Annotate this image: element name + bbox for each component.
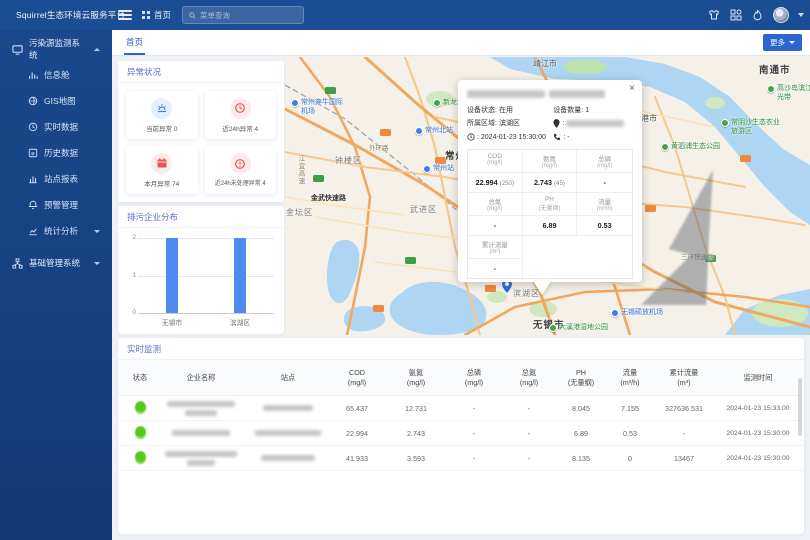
- bar-binhu: [234, 238, 246, 313]
- device-info-popup: × 设备状态: 在用 设备数量: 1: [458, 80, 642, 282]
- location-pin-icon: [553, 119, 560, 128]
- status-dot-green: [135, 426, 146, 439]
- x-axis-labels: 无锡市 滨湖区: [138, 317, 274, 327]
- search-input[interactable]: [200, 11, 297, 20]
- card-month-abnormal[interactable]: 本月异常 74: [126, 146, 198, 194]
- sidebar-section-base-manage[interactable]: 基础管理系统: [0, 250, 112, 276]
- clock-icon: [28, 122, 38, 132]
- main-content: 异常状况 当前异常 0 近24h异常 4: [112, 56, 810, 540]
- sidebar-item-info-cabin[interactable]: 信息舱: [0, 62, 112, 88]
- device-status-value: 在用: [499, 104, 513, 117]
- sidebar-item-station-report[interactable]: 站点报表: [0, 166, 112, 192]
- sidebar-item-statistics[interactable]: 统计分析: [0, 218, 112, 244]
- status-dot-green: [135, 451, 146, 464]
- flame-icon[interactable]: [751, 9, 764, 22]
- chevron-down-icon: [789, 41, 795, 44]
- station-name-redacted: [261, 455, 315, 461]
- breadcrumb-home[interactable]: 首页: [142, 0, 171, 30]
- sidebar-item-alert-manage[interactable]: 预警管理: [0, 192, 112, 218]
- tab-home[interactable]: 首页: [122, 30, 147, 55]
- calendar-icon: [151, 153, 172, 174]
- chevron-up-icon: [94, 48, 100, 51]
- popup-metrics-table: COD(mg/l) 氨氮(mg/l) 总磷(mg/l) 22.994 (250)…: [467, 149, 633, 279]
- enterprise-chart-panel: 排污企业分布 2 1 0 无锡市 滨湖区: [118, 206, 284, 334]
- user-avatar[interactable]: [773, 7, 789, 23]
- search-icon: [189, 11, 196, 20]
- org-tree-icon: [12, 258, 23, 269]
- y-tick: 1: [126, 272, 136, 279]
- popup-phone: : -: [563, 131, 569, 144]
- exclamation-circle-icon: [230, 153, 251, 174]
- realtime-monitor-panel: 实时监测 状态 企业名称 站点 COD(mg/l) 氨氮(mg/l) 总磷(mg…: [118, 338, 804, 534]
- globe-icon: [28, 96, 38, 106]
- table-row[interactable]: 65.437 12.731 - - 8.045 7.155 327636.531…: [118, 396, 804, 421]
- grid-icon: [142, 11, 150, 19]
- region-label: 所属区域:: [467, 117, 497, 130]
- company-name-redacted: [154, 401, 248, 416]
- region-value: 滨湖区: [499, 117, 520, 130]
- y-tick: 2: [126, 234, 136, 241]
- topbar-actions: [707, 0, 804, 30]
- sidebar-item-realtime-data[interactable]: 实时数据: [0, 114, 112, 140]
- sidebar-section-pollution-monitor[interactable]: 污染源监测系统: [0, 36, 112, 62]
- map-canvas[interactable]: 靖江市 南通市 高沙岛滨江风光带 常州奔牛国际机场 新龙生态林 常阴沙生态农业旅…: [285, 57, 810, 335]
- monitor-system-icon: [12, 44, 23, 55]
- topbar: Squirrel生态环境云服务平台 首页: [0, 0, 810, 30]
- user-menu-chevron-down-icon[interactable]: [798, 13, 804, 17]
- siren-icon: [151, 98, 172, 119]
- bar-chart: 2 1 0: [138, 238, 274, 314]
- station-name-redacted: [263, 405, 313, 411]
- device-count-value: 1: [585, 104, 589, 117]
- popup-tail: [533, 281, 551, 295]
- table-row[interactable]: 22.994 2.743 - - 6.89 0.53 - 2024-01-23 …: [118, 421, 804, 446]
- sidebar: 污染源监测系统 信息舱 GIS地图 实时数据 历史数据 站点报表 预警管理: [0, 30, 112, 540]
- sidebar-item-history-data[interactable]: 历史数据: [0, 140, 112, 166]
- history-icon: [28, 148, 38, 158]
- app-root: Squirrel生态环境云服务平台 首页 污染源监测系: [0, 0, 810, 540]
- company-name-redacted: [154, 451, 248, 466]
- close-icon[interactable]: ×: [629, 83, 635, 94]
- chevron-down-icon: [94, 262, 100, 265]
- card-24h-unhandled-abnormal[interactable]: 近24h未处理异常 4: [205, 146, 277, 194]
- chevron-down-icon: [94, 230, 100, 233]
- more-button[interactable]: 更多: [763, 34, 802, 51]
- device-status-label: 设备状态:: [467, 104, 497, 117]
- company-name-redacted: [172, 430, 230, 436]
- card-current-abnormal[interactable]: 当前异常 0: [126, 91, 198, 139]
- tab-bar: 首页 更多: [112, 30, 810, 56]
- abnormal-panel-title: 异常状况: [118, 61, 284, 83]
- tab-active-underline: [124, 53, 145, 55]
- clock-alert-icon: [230, 98, 251, 119]
- popup-time: : 2024-01-23 15:30:00: [477, 131, 546, 144]
- y-tick: 0: [126, 309, 136, 316]
- status-dot-green: [135, 401, 146, 414]
- station-name-redacted: [255, 430, 321, 436]
- chart-panel-title: 排污企业分布: [118, 206, 284, 228]
- monitor-table-header: 状态 企业名称 站点 COD(mg/l) 氨氮(mg/l) 总磷(mg/l) 总…: [118, 360, 804, 396]
- bell-icon: [28, 200, 38, 210]
- monitor-panel-title: 实时监测: [118, 338, 804, 360]
- menu-search[interactable]: [182, 6, 304, 24]
- app-logo: Squirrel生态环境云服务平台: [16, 0, 125, 30]
- device-count-label: 设备数量:: [553, 104, 583, 117]
- card-24h-abnormal[interactable]: 近24h异常 4: [205, 91, 277, 139]
- hamburger-menu-icon[interactable]: [118, 8, 132, 22]
- clock-icon: [467, 133, 475, 141]
- abnormal-cards: 当前异常 0 近24h异常 4 本月异常 74: [118, 83, 284, 202]
- table-row[interactable]: 41.933 3.593 - - 8.135 0 13467 2024-01-2…: [118, 446, 804, 471]
- popup-title-redacted: [467, 90, 633, 98]
- breadcrumb-home-label: 首页: [154, 9, 171, 21]
- theme-skin-icon[interactable]: [707, 9, 720, 22]
- abnormal-panel: 异常状况 当前异常 0 近24h异常 4: [118, 61, 284, 202]
- address-redacted: [566, 120, 624, 127]
- sidebar-section-label: 污染源监测系统: [29, 37, 88, 61]
- sidebar-item-gis-map[interactable]: GIS地图: [0, 88, 112, 114]
- line-chart-icon: [28, 226, 38, 236]
- report-chart-icon: [28, 174, 38, 184]
- vertical-scrollbar[interactable]: [798, 378, 802, 436]
- bar-wuxi: [166, 238, 178, 313]
- info-cabin-icon: [28, 70, 38, 80]
- layout-widgets-icon[interactable]: [729, 9, 742, 22]
- phone-icon: [553, 133, 561, 141]
